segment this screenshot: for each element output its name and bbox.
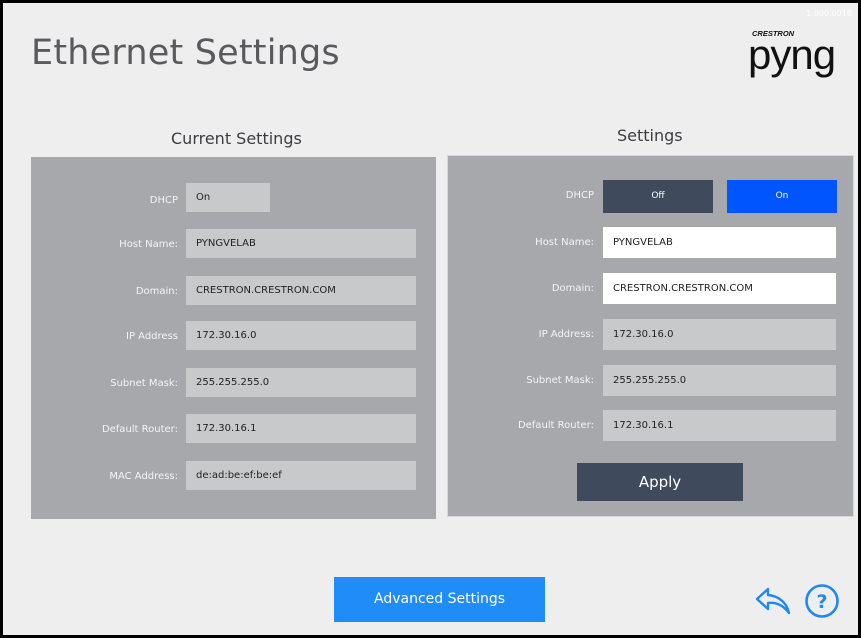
help-icon[interactable]: ? — [804, 583, 840, 619]
current-settings-panel: DHCP On Host Name: PYNGVELAB Domain: CRE… — [31, 157, 436, 519]
svg-text:?: ? — [816, 591, 827, 613]
apply-button[interactable]: Apply — [577, 463, 743, 501]
current-subnet-mask-label: Subnet Mask: — [110, 378, 178, 389]
back-arrow-icon[interactable] — [754, 586, 792, 616]
crestron-pyng-logo: CRESTRON pyng — [748, 27, 844, 79]
settings-subnet-mask-label: Subnet Mask: — [526, 375, 594, 386]
current-dhcp-label: DHCP — [149, 195, 178, 206]
svg-text:pyng: pyng — [748, 31, 835, 78]
touch-panel-screen: 1.000.0018 Ethernet Settings CRESTRON py… — [3, 3, 858, 635]
current-host-name-label: Host Name: — [119, 239, 178, 250]
settings-dhcp-label: DHCP — [565, 190, 594, 201]
host-name-input[interactable]: PYNGVELAB — [603, 227, 836, 258]
current-dhcp-value: On — [186, 183, 270, 212]
settings-panel: DHCP Off On Host Name: PYNGVELAB Domain:… — [447, 155, 854, 517]
settings-title: Settings — [617, 126, 683, 145]
current-default-router-value: 172.30.16.1 — [186, 414, 416, 443]
pyng-logo-graphic: CRESTRON pyng — [748, 29, 836, 78]
ip-address-field: 172.30.16.0 — [603, 319, 836, 350]
settings-domain-label: Domain: — [551, 283, 594, 294]
settings-default-router-label: Default Router: — [517, 420, 594, 431]
current-domain-label: Domain: — [135, 286, 178, 297]
domain-input[interactable]: CRESTRON.CRESTRON.COM — [603, 273, 836, 304]
back-arrow-icon-graphic — [755, 587, 791, 615]
help-icon-graphic: ? — [805, 584, 839, 618]
page-title: Ethernet Settings — [31, 33, 340, 73]
current-settings-title: Current Settings — [171, 129, 302, 148]
dhcp-off-button[interactable]: Off — [603, 180, 713, 213]
current-ip-address-label: IP Address — [126, 331, 178, 342]
settings-ip-address-label: IP Address: — [538, 329, 594, 340]
current-host-name-value: PYNGVELAB — [186, 229, 416, 258]
settings-host-name-label: Host Name: — [535, 237, 594, 248]
default-router-field: 172.30.16.1 — [603, 410, 836, 441]
current-mac-address-value: de:ad:be:ef:be:ef — [186, 461, 416, 490]
dhcp-on-button[interactable]: On — [727, 180, 837, 213]
current-ip-address-value: 172.30.16.0 — [186, 321, 416, 350]
advanced-settings-button[interactable]: Advanced Settings — [334, 577, 545, 622]
current-subnet-mask-value: 255.255.255.0 — [186, 368, 416, 397]
subnet-mask-field: 255.255.255.0 — [603, 365, 836, 396]
current-mac-address-label: MAC Address: — [109, 471, 178, 482]
version-label: 1.000.0018 — [806, 9, 852, 18]
current-domain-value: CRESTRON.CRESTRON.COM — [186, 276, 416, 305]
current-default-router-label: Default Router: — [101, 424, 178, 435]
